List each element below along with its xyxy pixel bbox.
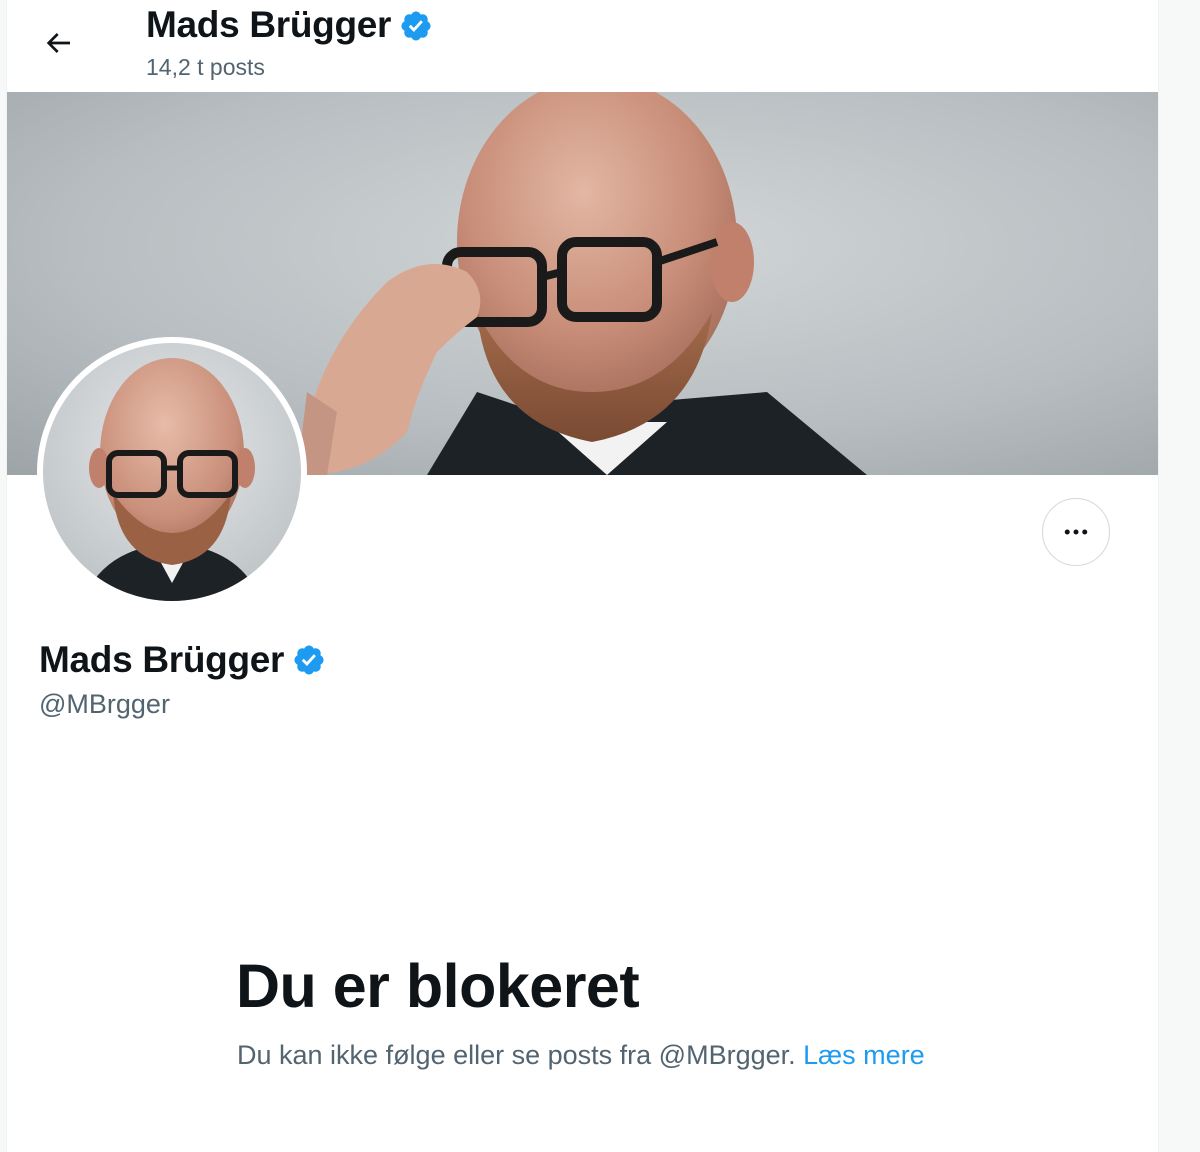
verified-badge-icon: [401, 11, 431, 41]
profile-header: Mads Brügger 14,2 t posts: [7, 0, 1158, 92]
learn-more-link[interactable]: Læs mere: [803, 1040, 925, 1070]
more-options-button[interactable]: [1042, 498, 1110, 566]
avatar[interactable]: [37, 337, 307, 607]
post-count: 14,2 t posts: [146, 54, 265, 80]
header-name: Mads Brügger: [146, 4, 392, 45]
profile-handle: @MBrgger: [39, 689, 170, 719]
blocked-description-text: Du kan ikke følge eller se posts fra @MB…: [237, 1040, 796, 1070]
profile-name: Mads Brügger: [39, 639, 285, 680]
header-title-row: Mads Brügger: [146, 2, 433, 48]
blocked-description: Du kan ikke følge eller se posts fra @MB…: [237, 1036, 937, 1074]
back-button[interactable]: [35, 20, 81, 66]
blocked-title: Du er blokeret: [236, 952, 640, 1020]
verified-badge-icon[interactable]: [292, 643, 326, 677]
arrow-left-icon: [46, 33, 70, 53]
profile-column: Mads Brügger 14,2 t posts Mads Brügger @…: [6, 0, 1159, 1152]
profile-name-row: Mads Brügger: [39, 634, 326, 686]
more-horizontal-icon: [1064, 529, 1088, 535]
avatar-photo: [43, 343, 301, 601]
